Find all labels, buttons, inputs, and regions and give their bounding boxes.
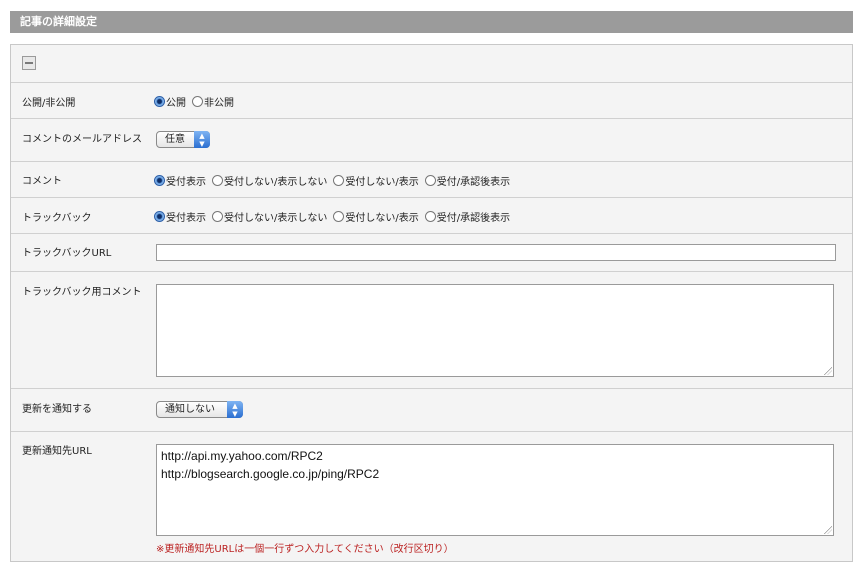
comment-radio-group: 受付表示 受付しない/表示しない 受付しない/表示 受付/承認後表示 [154,173,516,188]
radio-public-label: 公開 [166,98,186,109]
row-comment: コメント 受付表示 受付しない/表示しない 受付しない/表示 受付/承認後表示 [11,162,852,198]
row-trackback: トラックバック 受付表示 受付しない/表示しない 受付しない/表示 受付/承認後… [11,198,852,234]
radio-label: 受付表示 [166,177,206,188]
radio-trackback-reject-hide[interactable]: 受付しない/表示しない [212,209,327,224]
radio-indicator[interactable] [154,175,165,186]
collapse-icon[interactable] [22,56,36,70]
publish-radio-group: 公開 非公開 [154,94,240,109]
radio-private-indicator[interactable] [192,96,203,107]
collapse-row [11,45,852,83]
row-notify: 更新を通知する 通知しない ▲ ▼ [11,389,852,432]
select-arrows-icon: ▲ ▼ [227,401,243,418]
radio-trackback-reject-show[interactable]: 受付しない/表示 [333,209,419,224]
resize-grip-icon[interactable] [824,367,832,375]
notify-label: 更新を通知する [22,404,92,415]
radio-comment-approve-show[interactable]: 受付/承認後表示 [424,173,511,188]
section-header: 記事の詳細設定 [10,11,853,33]
radio-comment-reject-hide[interactable]: 受付しない/表示しない [212,173,327,188]
radio-comment-accept-show[interactable]: 受付表示 [154,173,206,188]
radio-trackback-accept-show[interactable]: 受付表示 [154,209,206,224]
publish-label: 公開/非公開 [22,98,76,109]
radio-label: 受付しない/表示 [345,177,419,188]
row-notify-url: 更新通知先URL http://api.my.yahoo.com/RPC2 ht… [11,432,852,561]
radio-indicator[interactable] [333,211,345,222]
trackback-url-input[interactable] [156,244,836,261]
comment-label: コメント [22,176,62,187]
comment-email-label: コメントのメールアドレス [22,134,142,145]
notify-url-textarea[interactable]: http://api.my.yahoo.com/RPC2 http://blog… [156,444,834,536]
notify-url-line: http://blogsearch.google.co.jp/ping/RPC2 [161,467,380,481]
radio-label: 受付しない/表示しない [224,213,328,224]
radio-label: 受付/承認後表示 [436,177,511,188]
select-arrows-icon: ▲ ▼ [194,131,210,148]
comment-email-select[interactable]: 任意 ▲ ▼ [156,131,210,148]
radio-private[interactable]: 非公開 [192,94,234,109]
radio-indicator[interactable] [424,211,436,222]
trackback-url-label: トラックバックURL [22,248,112,259]
radio-indicator[interactable] [154,211,165,222]
settings-panel: 公開/非公開 公開 非公開 コメントのメールアドレス 任意 ▲ ▼ コメント 受付… [10,44,853,562]
row-publish: 公開/非公開 公開 非公開 [11,83,852,119]
radio-label: 受付/承認後表示 [436,213,511,224]
trackback-radio-group: 受付表示 受付しない/表示しない 受付しない/表示 受付/承認後表示 [154,209,516,224]
notify-url-text: http://api.my.yahoo.com/RPC2 http://blog… [161,447,379,483]
notify-url-label: 更新通知先URL [22,446,92,457]
radio-comment-reject-show[interactable]: 受付しない/表示 [333,173,419,188]
notify-url-line: http://api.my.yahoo.com/RPC2 [161,449,323,463]
comment-email-select-value: 任意 [165,134,185,145]
trackback-comment-textarea[interactable] [156,284,834,377]
radio-private-label: 非公開 [204,98,234,109]
radio-label: 受付しない/表示 [345,213,419,224]
notify-select[interactable]: 通知しない ▲ ▼ [156,401,243,418]
trackback-label: トラックバック [22,213,92,224]
radio-public-indicator[interactable] [154,96,165,107]
radio-indicator[interactable] [212,211,223,222]
radio-public[interactable]: 公開 [154,94,186,109]
resize-grip-icon[interactable] [824,526,832,534]
row-trackback-comment: トラックバック用コメント [11,272,852,389]
radio-label: 受付しない/表示しない [224,177,328,188]
notify-select-value: 通知しない [165,404,215,415]
radio-label: 受付表示 [166,213,206,224]
row-comment-email: コメントのメールアドレス 任意 ▲ ▼ [11,119,852,162]
radio-indicator[interactable] [424,175,436,186]
radio-trackback-approve-show[interactable]: 受付/承認後表示 [424,209,511,224]
section-title: 記事の詳細設定 [20,15,97,28]
notify-url-note: ※更新通知先URLは一個一行ずつ入力してください（改行区切り） [156,544,454,555]
row-trackback-url: トラックバックURL [11,234,852,272]
radio-indicator[interactable] [333,175,345,186]
radio-indicator[interactable] [212,175,223,186]
trackback-comment-label: トラックバック用コメント [22,287,142,298]
